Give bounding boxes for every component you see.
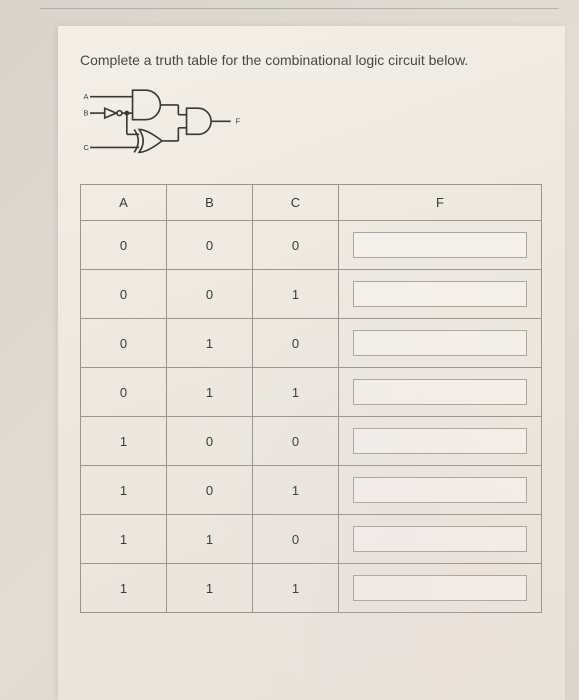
cell-c: 1: [253, 564, 339, 613]
f-input[interactable]: [353, 526, 527, 552]
cell-c: 0: [253, 417, 339, 466]
table-row: 1 0 1: [81, 466, 542, 515]
cell-f: [339, 319, 542, 368]
table-row: 0 1 1: [81, 368, 542, 417]
cell-b: 1: [167, 515, 253, 564]
cell-f: [339, 270, 542, 319]
page-divider: [40, 8, 559, 9]
cell-f: [339, 368, 542, 417]
cell-c: 1: [253, 466, 339, 515]
f-input[interactable]: [353, 575, 527, 601]
cell-c: 0: [253, 515, 339, 564]
cell-b: 1: [167, 319, 253, 368]
cell-f: [339, 417, 542, 466]
cell-a: 1: [81, 515, 167, 564]
cell-b: 0: [167, 221, 253, 270]
cell-a: 1: [81, 564, 167, 613]
table-row: 1 0 0: [81, 417, 542, 466]
f-input[interactable]: [353, 379, 527, 405]
cell-a: 0: [81, 221, 167, 270]
cell-f: [339, 221, 542, 270]
truth-table: A B C F 0 0 0 0 0 1 0 1 0: [80, 184, 542, 613]
cell-a: 1: [81, 466, 167, 515]
header-c: C: [253, 185, 339, 221]
table-row: 0 1 0: [81, 319, 542, 368]
f-input[interactable]: [353, 330, 527, 356]
cell-f: [339, 466, 542, 515]
cell-f: [339, 515, 542, 564]
cell-a: 1: [81, 417, 167, 466]
f-input[interactable]: [353, 232, 527, 258]
label-f: F: [236, 117, 241, 126]
question-card: Complete a truth table for the combinati…: [58, 26, 565, 700]
table-row: 1 1 0: [81, 515, 542, 564]
cell-a: 0: [81, 368, 167, 417]
cell-b: 0: [167, 270, 253, 319]
f-input[interactable]: [353, 428, 527, 454]
cell-c: 1: [253, 270, 339, 319]
cell-f: [339, 564, 542, 613]
cell-c: 0: [253, 221, 339, 270]
cell-b: 0: [167, 417, 253, 466]
table-row: 1 1 1: [81, 564, 542, 613]
table-header-row: A B C F: [81, 185, 542, 221]
logic-circuit-diagram: A B C: [80, 82, 280, 172]
label-a: A: [83, 92, 88, 101]
cell-a: 0: [81, 319, 167, 368]
f-input[interactable]: [353, 477, 527, 503]
cell-c: 1: [253, 368, 339, 417]
cell-b: 1: [167, 564, 253, 613]
header-f: F: [339, 185, 542, 221]
table-row: 0 0 1: [81, 270, 542, 319]
question-prompt: Complete a truth table for the combinati…: [80, 52, 543, 68]
label-c: C: [83, 143, 89, 152]
header-b: B: [167, 185, 253, 221]
cell-b: 0: [167, 466, 253, 515]
f-input[interactable]: [353, 281, 527, 307]
table-row: 0 0 0: [81, 221, 542, 270]
cell-c: 0: [253, 319, 339, 368]
cell-b: 1: [167, 368, 253, 417]
header-a: A: [81, 185, 167, 221]
cell-a: 0: [81, 270, 167, 319]
label-b: B: [83, 109, 88, 118]
